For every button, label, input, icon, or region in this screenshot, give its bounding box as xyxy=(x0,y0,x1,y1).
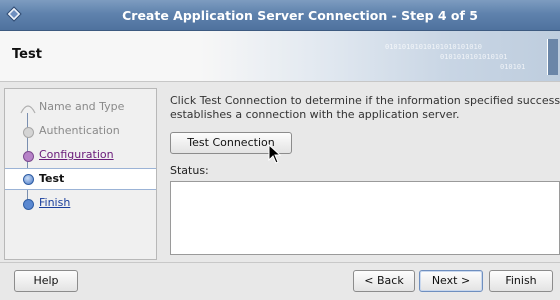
header-binary-text: 01010101010101010101010 xyxy=(385,43,482,51)
page-title: Test xyxy=(12,47,42,62)
mouse-pointer-icon xyxy=(268,144,282,164)
instruction-line: establishes a connection with the applic… xyxy=(170,108,460,121)
step-label: Name and Type xyxy=(39,100,125,113)
step-label: Test xyxy=(39,172,65,185)
wizard-steps-panel: Name and Type Authentication Configurati… xyxy=(4,88,157,260)
finish-label: Finish xyxy=(505,274,537,287)
back-button[interactable]: < Back xyxy=(353,270,415,292)
footer-divider xyxy=(0,262,560,263)
step-link-icon xyxy=(23,199,34,210)
help-button[interactable]: Help xyxy=(14,270,78,292)
instruction-text: Click Test Connection to determine if th… xyxy=(170,94,560,122)
step-test: Test xyxy=(5,168,156,190)
help-label: Help xyxy=(33,274,59,287)
step-authentication: Authentication xyxy=(5,121,156,141)
header-binary-text: 010101 xyxy=(500,63,526,71)
finish-button[interactable]: Finish xyxy=(489,270,553,292)
window-menu-diamond-icon[interactable] xyxy=(6,6,22,22)
step-label[interactable]: Finish xyxy=(39,196,70,209)
step-label: Authentication xyxy=(39,124,120,137)
main-content: Click Test Connection to determine if th… xyxy=(162,88,560,258)
back-label: < Back xyxy=(364,274,404,287)
next-button[interactable]: Next > xyxy=(419,270,483,292)
window-titlebar: Create Application Server Connection - S… xyxy=(0,0,560,31)
step-current-icon xyxy=(23,174,34,185)
step-label[interactable]: Configuration xyxy=(39,148,114,161)
window-title: Create Application Server Connection - S… xyxy=(122,8,478,23)
header-server-graphic-icon xyxy=(547,39,558,75)
step-visited-icon xyxy=(23,151,34,162)
header-binary-text: 0101010101010101 xyxy=(440,53,508,61)
step-done-icon xyxy=(23,127,34,138)
page-header: 01010101010101010101010 0101010101010101… xyxy=(0,31,560,82)
status-textarea[interactable] xyxy=(170,181,560,255)
header-banner-graphic: 01010101010101010101010 0101010101010101… xyxy=(200,31,560,81)
next-label: Next > xyxy=(431,274,471,287)
step-finish[interactable]: Finish xyxy=(5,193,156,213)
instruction-line: Click Test Connection to determine if th… xyxy=(170,94,560,107)
step-start-icon xyxy=(20,105,36,114)
step-name-and-type: Name and Type xyxy=(5,97,156,117)
status-label: Status: xyxy=(170,164,209,177)
step-configuration[interactable]: Configuration xyxy=(5,145,156,165)
test-connection-label: Test Connection xyxy=(187,136,275,149)
